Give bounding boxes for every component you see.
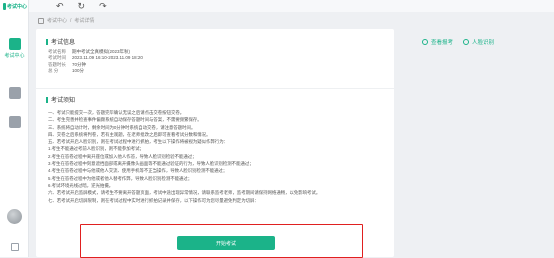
logo-text: 考试中心: [6, 3, 27, 10]
sidebar-item-2[interactable]: [0, 87, 29, 99]
forward-icon[interactable]: ↷: [99, 0, 107, 12]
note-line: 3.考生在答卷过程中刻意遮挡面部或离开摄像头画面等不能通过验证的行为，导致人脸识…: [48, 161, 254, 167]
breadcrumb-item-exam-center[interactable]: 考试中心: [47, 17, 67, 24]
breadcrumb-item-exam-detail: 考试详情: [74, 18, 95, 24]
refresh-icon[interactable]: ↻: [78, 0, 86, 12]
document-icon: [8, 87, 21, 99]
section-divider: [36, 88, 394, 89]
right-panel: 查看报考 人脸识别: [400, 29, 554, 54]
logo-mark-icon: [3, 2, 6, 10]
start-exam-button[interactable]: 开始考试: [177, 236, 275, 250]
logout-icon[interactable]: [11, 243, 19, 251]
exam-center-icon: [8, 38, 21, 50]
title-accent-bar: [46, 96, 48, 103]
exam-notes-title: 考试须知: [46, 95, 75, 104]
note-line: 六、若考试开启监屏模式，请考生不要离开答题页面，考试中途出现异常情况，请联系监考…: [48, 190, 321, 196]
note-line: 4.考生在答卷过程中与他或他人交流、使用手机等不正当操作，导致人脸识别检测不能通…: [48, 168, 228, 174]
note-line: 二、考生完善并检查事件偏颇系统自动保存答题时间与答案，不需要频繁保存。: [48, 117, 202, 123]
exam-detail-card: 考试信息 考试名称 期中考试全真模拟(2023年秋) 考试时间 2023.11.09…: [36, 29, 394, 258]
view-registration-link[interactable]: 查看报考: [422, 38, 453, 46]
top-toolbar: ↶ ↻ ↷: [29, 0, 554, 12]
exam-info-list: 考试名称 期中考试全真模拟(2023年秋) 考试时间 2023.11.09 16:1…: [48, 49, 143, 74]
home-icon[interactable]: [38, 17, 44, 24]
app-window: 考试中心 考试中心 ↶ ↻ ↷ 考试中心 / 考试详情 考试信息 考试名称 期中考…: [0, 0, 554, 258]
left-sidebar: 考试中心 考试中心: [0, 0, 29, 257]
note-line: 四、交卷之后系统将判卷，若有主观题，在老师批改之后即可查看考试分数和情况。: [48, 131, 211, 137]
note-line: 6.考试环境光线过暗，逆光拍摄。: [48, 182, 114, 188]
title-accent-bar: [46, 38, 48, 45]
note-line: 一、考试只能提交一次，答题完毕确认无误之后请点击交卷按钮交卷。: [48, 110, 185, 115]
app-logo: 考试中心: [3, 2, 27, 10]
note-line: 5.考生在答卷过程中为他或者他人替考作弊，导致人脸识别检测不能通过；: [48, 175, 193, 181]
exam-notes-list: 一、考试只能提交一次，答题完毕确认无误之后请点击交卷按钮交卷。 二、考生完善并检…: [48, 109, 390, 204]
back-icon[interactable]: ↶: [56, 0, 64, 12]
breadcrumb: 考试中心 / 考试详情: [38, 16, 94, 25]
sidebar-item-exam-center[interactable]: 考试中心: [0, 38, 29, 59]
note-line: 三、系统将自动计时，剩余时间为0分钟时系统自动交卷，请注意答题时间。: [48, 124, 196, 130]
user-icon: [463, 38, 470, 45]
note-line: 2.考生在答卷过程中离开座位或加入他人作答，导致人脸识别检验不能通过；: [48, 153, 197, 159]
note-line: 五、若考试开启人脸识别，则在考试过程中进行抓拍，考生以下操作将被视为疑似作弊行为…: [48, 139, 229, 145]
breadcrumb-separator: /: [70, 17, 72, 24]
exam-notes-title-text: 考试须知: [51, 98, 76, 104]
info-row-score: 总 分 100分: [48, 67, 85, 73]
face-recognition-link[interactable]: 人脸识别: [463, 38, 494, 46]
exam-info-title: 考试信息: [46, 37, 75, 46]
info-icon: [422, 38, 428, 45]
exam-info-title-text: 考试信息: [51, 40, 76, 46]
avatar[interactable]: [7, 209, 22, 224]
note-line: 七、若考试开启切屏限制，则在考试过程中实时进行抓拍记录并保存，以下操作可为您尽量…: [48, 197, 259, 203]
book-icon: [8, 116, 21, 128]
note-line: 1.考生不能通过考前人脸识别，则不能参加考试；: [48, 146, 144, 152]
sidebar-item-3[interactable]: [0, 116, 29, 128]
sidebar-item-label: 考试中心: [4, 53, 25, 59]
